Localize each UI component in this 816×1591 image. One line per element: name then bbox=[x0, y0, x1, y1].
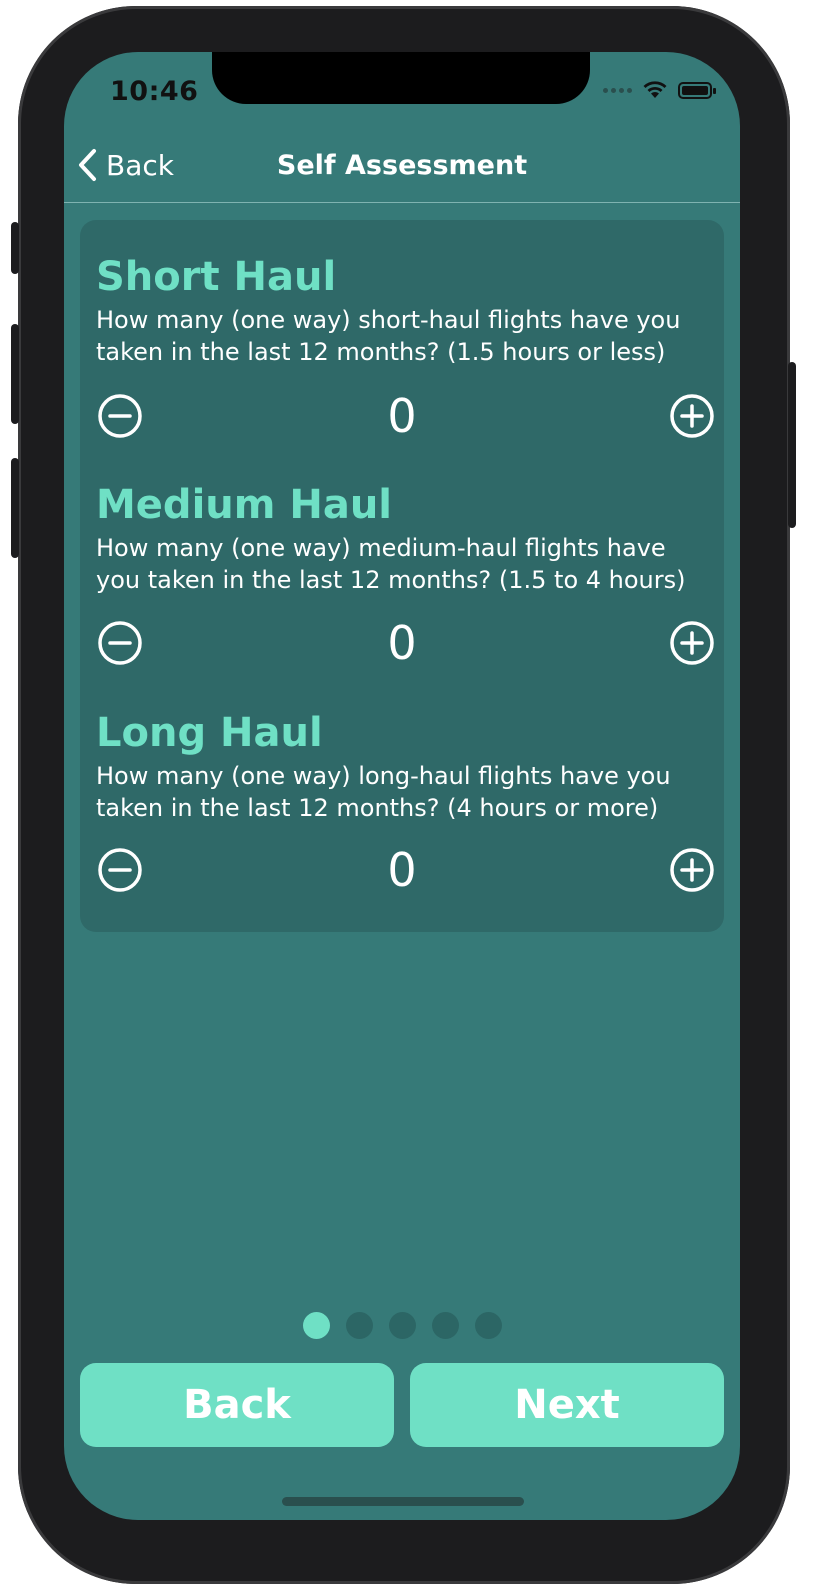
battery-icon bbox=[678, 81, 716, 99]
section-title: Short Haul bbox=[96, 254, 337, 300]
notch bbox=[212, 52, 590, 104]
page-dot bbox=[431, 1312, 459, 1339]
short-haul-stepper: 0 bbox=[96, 386, 714, 446]
medium-haul-stepper: 0 bbox=[96, 613, 714, 673]
back-button[interactable]: Back bbox=[80, 1363, 394, 1447]
home-indicator bbox=[282, 1497, 524, 1506]
page-dot bbox=[388, 1312, 416, 1339]
volume-up-button bbox=[11, 324, 19, 424]
short-haul-section: Short Haul How many (one way) short-haul… bbox=[96, 254, 714, 443]
status-time: 10:46 bbox=[110, 76, 199, 107]
page-dot bbox=[345, 1312, 373, 1339]
mute-switch bbox=[11, 222, 19, 274]
status-icons bbox=[603, 80, 716, 100]
volume-down-button bbox=[11, 458, 19, 558]
plus-circle-icon[interactable] bbox=[668, 846, 716, 894]
page-dot bbox=[474, 1312, 502, 1339]
page-dot bbox=[302, 1312, 330, 1339]
page-indicator bbox=[64, 1312, 740, 1339]
medium-haul-section: Medium Haul How many (one way) medium-ha… bbox=[96, 482, 714, 670]
section-description: How many (one way) medium-haul flights h… bbox=[96, 534, 686, 594]
stepper-value: 0 bbox=[387, 616, 417, 670]
power-button bbox=[788, 362, 796, 528]
stepper-value: 0 bbox=[387, 843, 417, 897]
plus-circle-icon[interactable] bbox=[668, 619, 716, 667]
wifi-icon bbox=[643, 81, 667, 98]
next-button[interactable]: Next bbox=[410, 1363, 724, 1447]
section-title: Long Haul bbox=[96, 710, 323, 756]
long-haul-stepper: 0 bbox=[96, 840, 714, 900]
app-screen: 10:46 Back Self Assessment Short Haul Ho… bbox=[64, 52, 740, 1520]
stepper-value: 0 bbox=[387, 389, 417, 443]
flights-card: Short Haul How many (one way) short-haul… bbox=[80, 220, 724, 932]
plus-circle-icon[interactable] bbox=[668, 392, 716, 440]
section-description: How many (one way) short-haul flights ha… bbox=[96, 306, 681, 366]
navigation-bar: Back Self Assessment bbox=[64, 136, 740, 203]
long-haul-section: Long Haul How many (one way) long-haul f… bbox=[96, 710, 714, 897]
section-title: Medium Haul bbox=[96, 482, 393, 528]
page-title: Self Assessment bbox=[276, 150, 528, 181]
section-description: How many (one way) long-haul flights hav… bbox=[96, 762, 671, 822]
cellular-signal-icon bbox=[603, 87, 632, 93]
